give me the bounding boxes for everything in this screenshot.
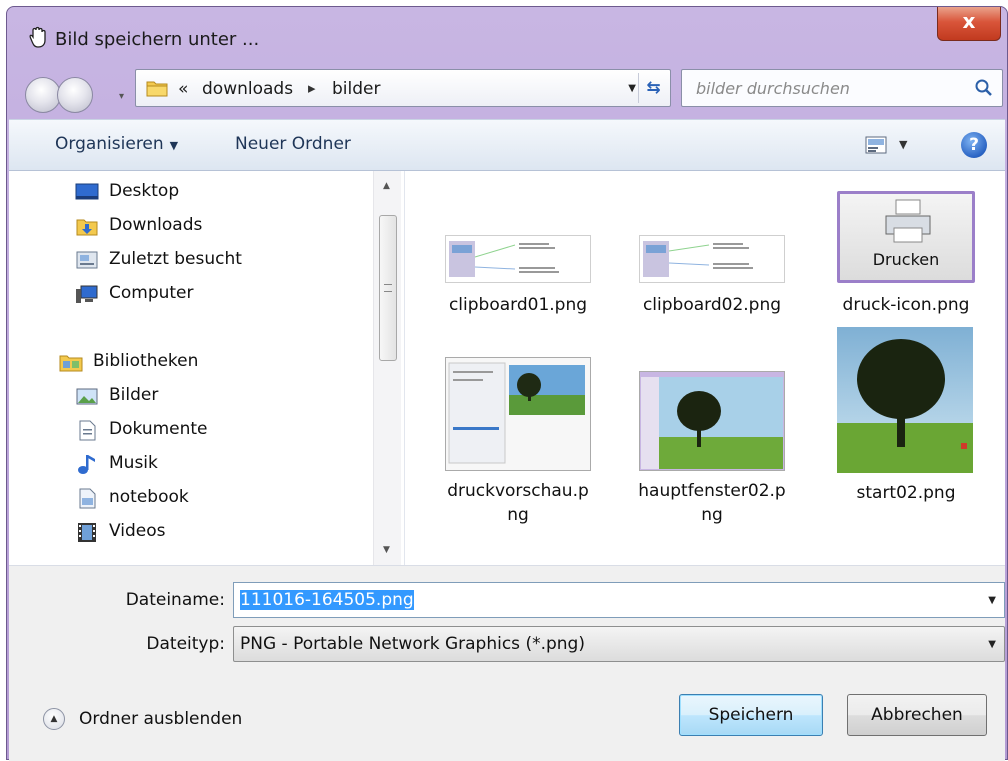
window-title: Bild speichern unter ...: [55, 29, 260, 50]
forward-button[interactable]: [57, 77, 93, 113]
documents-icon: [79, 420, 96, 441]
filetype-dropdown-icon[interactable]: ▼: [988, 639, 996, 650]
filetype-value: PNG - Portable Network Graphics (*.png): [240, 634, 585, 654]
libraries-icon: [59, 355, 83, 372]
organize-label: Organisieren: [55, 134, 164, 154]
save-dialog: Bild speichern unter ... x ▾ « downloads…: [6, 6, 1008, 761]
recent-pages-dropdown-icon[interactable]: ▾: [119, 91, 124, 102]
sidebar-item-videos[interactable]: Videos: [75, 517, 395, 547]
navigation-bar: ▾ « downloads ▸ bilder ▼ ⇆: [7, 65, 1007, 113]
filename-field[interactable]: ▼: [233, 582, 1005, 618]
scrollbar-thumb[interactable]: [379, 215, 397, 361]
back-button[interactable]: [25, 77, 61, 113]
bottom-panel: Dateiname: ▼ Dateityp: PNG - Portable Ne…: [9, 565, 1005, 761]
file-name: druckvorschau.p: [447, 481, 589, 501]
chevron-down-icon: ▼: [169, 139, 179, 152]
sidebar-item-label: Videos: [109, 521, 166, 541]
sidebar-item-label: Computer: [109, 283, 194, 303]
search-box[interactable]: [681, 69, 1003, 107]
videos-icon: [78, 523, 96, 542]
search-input[interactable]: [696, 79, 956, 98]
filetype-label: Dateityp:: [146, 634, 225, 654]
sidebar-item-label: Bilder: [109, 385, 159, 405]
sidebar-item-downloads[interactable]: Downloads: [75, 211, 395, 241]
hide-folders-button[interactable]: Ordner ausblenden: [79, 709, 242, 729]
sidebar-item-label: Desktop: [109, 181, 180, 201]
help-icon[interactable]: ?: [961, 132, 987, 158]
file-name: start02.png: [856, 483, 956, 503]
filename-input[interactable]: [240, 588, 960, 612]
recent-places-icon: [76, 251, 98, 269]
image-thumbnail: Drucken: [837, 191, 975, 283]
breadcrumb-downloads[interactable]: downloads: [202, 79, 293, 99]
thumbnail-label: Drucken: [872, 250, 940, 269]
title-bar: Bild speichern unter ... x: [7, 7, 1007, 59]
sidebar-item-desktop[interactable]: Desktop: [75, 177, 395, 207]
search-icon[interactable]: [974, 78, 994, 98]
image-thumbnail: [445, 357, 591, 471]
navigation-scrollbar[interactable]: ▲ ▼: [373, 171, 401, 565]
organize-button[interactable]: Organisieren ▼: [55, 134, 178, 154]
sidebar-item-bilder[interactable]: Bilder: [75, 381, 395, 411]
file-name: clipboard02.png: [642, 295, 782, 315]
new-folder-button[interactable]: Neuer Ordner: [235, 134, 351, 154]
content-area: Desktop Downloads Zuletzt besucht Comput…: [9, 171, 1005, 565]
sidebar-item-label: Musik: [109, 453, 158, 473]
hand-icon: [29, 26, 46, 48]
close-icon: x: [962, 9, 976, 33]
sidebar-item-label: Dokumente: [109, 419, 208, 439]
sidebar-item-libraries[interactable]: Bibliotheken: [59, 347, 379, 377]
printer-icon: [885, 199, 931, 243]
file-name: druck-icon.png: [842, 295, 970, 315]
sidebar-item-computer[interactable]: Computer: [75, 279, 395, 309]
notebook-icon: [79, 488, 96, 509]
cancel-button[interactable]: Abbrechen: [847, 694, 987, 736]
file-name-continued: ng: [507, 505, 529, 525]
image-thumbnail: [639, 371, 785, 471]
file-list: clipboard01.png clipboard02.png Drucken …: [407, 171, 1005, 565]
image-thumbnail: [639, 235, 785, 283]
save-button[interactable]: Speichern: [679, 694, 823, 736]
file-name: clipboard01.png: [448, 295, 588, 315]
breadcrumb-bilder[interactable]: bilder: [332, 79, 380, 99]
breadcrumb-separator-icon[interactable]: ▸: [308, 79, 316, 97]
filetype-select[interactable]: PNG - Portable Network Graphics (*.png) …: [233, 626, 1005, 662]
sidebar-item-recent[interactable]: Zuletzt besucht: [75, 245, 395, 275]
scroll-down-icon[interactable]: ▼: [383, 545, 390, 555]
sidebar-item-label: Downloads: [109, 215, 203, 235]
filename-label: Dateiname:: [125, 590, 225, 610]
file-name: hauptfenster02.p: [638, 481, 786, 501]
refresh-icon[interactable]: ⇆: [638, 73, 668, 103]
view-options-icon[interactable]: [865, 136, 887, 154]
music-icon: [78, 455, 95, 474]
downloads-folder-icon: [76, 219, 98, 236]
desktop-icon: [75, 183, 99, 200]
computer-icon: [76, 285, 98, 303]
navigation-pane: Desktop Downloads Zuletzt besucht Comput…: [9, 171, 405, 565]
pictures-icon: [76, 388, 98, 405]
image-thumbnail: [445, 235, 591, 283]
view-dropdown-icon[interactable]: ▼: [899, 138, 907, 151]
sidebar-item-musik[interactable]: Musik: [75, 449, 395, 479]
breadcrumb-chevrons[interactable]: «: [178, 79, 188, 99]
image-thumbnail: [837, 327, 973, 473]
address-dropdown-icon[interactable]: ▼: [628, 83, 636, 94]
sidebar-item-label: Zuletzt besucht: [109, 249, 242, 269]
sidebar-item-notebook[interactable]: notebook: [75, 483, 395, 513]
hide-folders-icon[interactable]: ▲: [43, 708, 65, 730]
scroll-up-icon[interactable]: ▲: [383, 181, 390, 191]
command-bar: Organisieren ▼ Neuer Ordner ▼ ?: [9, 119, 1005, 171]
sidebar-item-label: Bibliotheken: [93, 351, 199, 371]
file-name-continued: ng: [701, 505, 723, 525]
address-bar[interactable]: « downloads ▸ bilder ▼ ⇆: [135, 69, 671, 107]
folder-icon: [146, 81, 168, 97]
filename-dropdown-icon[interactable]: ▼: [988, 595, 996, 606]
close-button[interactable]: x: [937, 7, 1001, 41]
sidebar-item-dokumente[interactable]: Dokumente: [75, 415, 395, 445]
sidebar-item-label: notebook: [109, 487, 189, 507]
